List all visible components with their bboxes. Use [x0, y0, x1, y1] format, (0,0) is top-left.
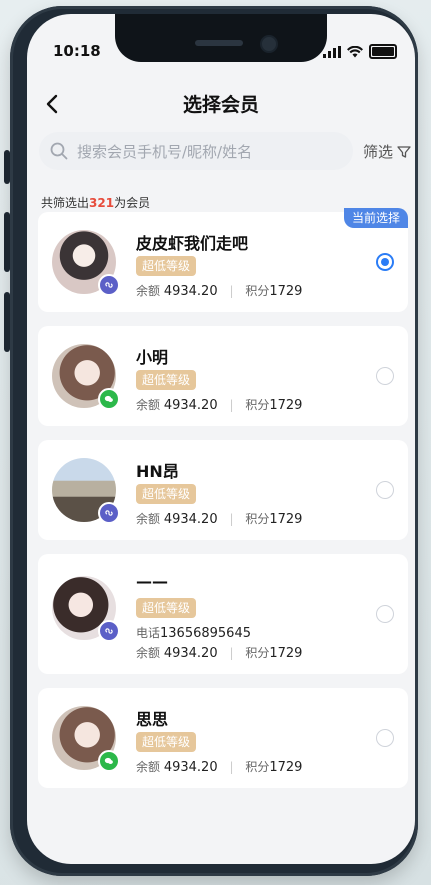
points-label: 积分: [245, 512, 270, 526]
page-title: 选择会员: [182, 94, 259, 116]
member-meta: 余额 4934.20 | 积分1729: [136, 396, 302, 413]
member-name: 思思: [136, 710, 169, 729]
member-name: HN昂: [136, 462, 179, 481]
balance-label: 余额: [136, 398, 161, 412]
speaker: [195, 40, 243, 46]
side-button: [4, 150, 10, 184]
side-button: [4, 212, 10, 272]
select-radio[interactable]: [376, 253, 394, 271]
level-badge: 超低等级: [136, 256, 197, 276]
result-suffix: 为会员: [114, 196, 151, 210]
current-selection-tag: 当前选择: [343, 208, 408, 228]
side-button: [4, 292, 10, 352]
level-badge: 超低等级: [136, 732, 197, 752]
points-label: 积分: [245, 760, 270, 774]
result-count: 共筛选出321为会员: [41, 194, 150, 211]
separator: |: [229, 760, 234, 774]
signal-icon: [323, 45, 341, 58]
avatar: [52, 576, 120, 642]
balance-value: 4934.20: [163, 512, 218, 527]
wechat-icon: [98, 388, 120, 410]
separator: |: [229, 512, 234, 526]
points-label: 积分: [245, 398, 270, 412]
search-icon: [50, 142, 68, 160]
level-badge: 超低等级: [136, 598, 197, 618]
filter-label: 筛选: [363, 143, 394, 161]
points-value: 1729: [269, 760, 303, 775]
phone-value: 13656895645: [160, 626, 251, 641]
wechat-icon: [98, 750, 120, 772]
member-meta: 余额 4934.20 | 积分1729: [136, 758, 302, 775]
points-value: 1729: [269, 512, 303, 527]
separator: |: [229, 398, 234, 412]
header: 选择会员: [27, 86, 415, 122]
balance-label: 余额: [136, 284, 161, 298]
points-value: 1729: [269, 398, 303, 413]
mini-program-icon: [98, 620, 120, 642]
result-number: 321: [89, 196, 115, 210]
select-radio[interactable]: [376, 481, 394, 499]
balance-value: 4934.20: [163, 760, 218, 775]
search-placeholder: 搜索会员手机号/昵称/姓名: [77, 142, 253, 161]
select-radio[interactable]: [376, 367, 394, 385]
camera: [260, 35, 278, 53]
member-card[interactable]: 当前选择 皮皮虾我们走吧 超低等级 余额 4934.20 | 积分1729: [38, 208, 408, 312]
phone-label: 电话: [136, 626, 161, 640]
search-input[interactable]: 搜索会员手机号/昵称/姓名: [39, 132, 353, 170]
member-card[interactable]: HN昂 超低等级 余额 4934.20 | 积分1729: [38, 440, 408, 540]
level-badge: 超低等级: [136, 370, 197, 390]
member-card[interactable]: 小明 超低等级 余额 4934.20 | 积分1729: [38, 326, 408, 426]
member-meta: 余额 4934.20 | 积分1729: [136, 282, 302, 299]
balance-label: 余额: [136, 760, 161, 774]
points-value: 1729: [269, 646, 303, 661]
points-label: 积分: [245, 646, 270, 660]
select-radio[interactable]: [376, 605, 394, 623]
result-prefix: 共筛选出: [41, 196, 90, 210]
search-row: 搜索会员手机号/昵称/姓名 筛选: [27, 132, 415, 172]
filter-icon: [397, 145, 411, 158]
member-meta: 余额 4934.20 | 积分1729: [136, 644, 302, 661]
separator: |: [229, 284, 234, 298]
member-meta: 余额 4934.20 | 积分1729: [136, 510, 302, 527]
member-list: 当前选择 皮皮虾我们走吧 超低等级 余额 4934.20 | 积分1729 小明…: [38, 208, 408, 802]
balance-value: 4934.20: [163, 646, 218, 661]
wifi-icon: [347, 45, 363, 57]
balance-label: 余额: [136, 512, 161, 526]
avatar: [52, 706, 120, 772]
status-time: 10:18: [53, 42, 101, 60]
battery-icon: [369, 44, 397, 59]
member-phone: 电话13656895645: [136, 624, 251, 641]
member-card[interactable]: 思思 超低等级 余额 4934.20 | 积分1729: [38, 688, 408, 788]
separator: |: [229, 646, 234, 660]
member-name: ——: [136, 572, 168, 591]
mini-program-icon: [98, 502, 120, 524]
avatar: [52, 344, 120, 410]
mini-program-icon: [98, 274, 120, 296]
select-radio[interactable]: [376, 729, 394, 747]
avatar: [52, 230, 120, 296]
avatar: [52, 458, 120, 524]
points-value: 1729: [269, 284, 303, 299]
notch: [115, 14, 327, 62]
member-name: 皮皮虾我们走吧: [136, 234, 249, 253]
member-name: 小明: [136, 348, 169, 367]
balance-value: 4934.20: [163, 398, 218, 413]
screen: 10:18 选择会员 搜索会员手机号/昵称/姓名 筛选 共筛选出321为会员 当…: [27, 14, 415, 864]
filter-button[interactable]: 筛选: [363, 141, 411, 162]
balance-value: 4934.20: [163, 284, 218, 299]
balance-label: 余额: [136, 646, 161, 660]
member-card[interactable]: —— 超低等级 电话13656895645 余额 4934.20 | 积分172…: [38, 554, 408, 674]
level-badge: 超低等级: [136, 484, 197, 504]
status-icons: [323, 44, 397, 59]
points-label: 积分: [245, 284, 270, 298]
